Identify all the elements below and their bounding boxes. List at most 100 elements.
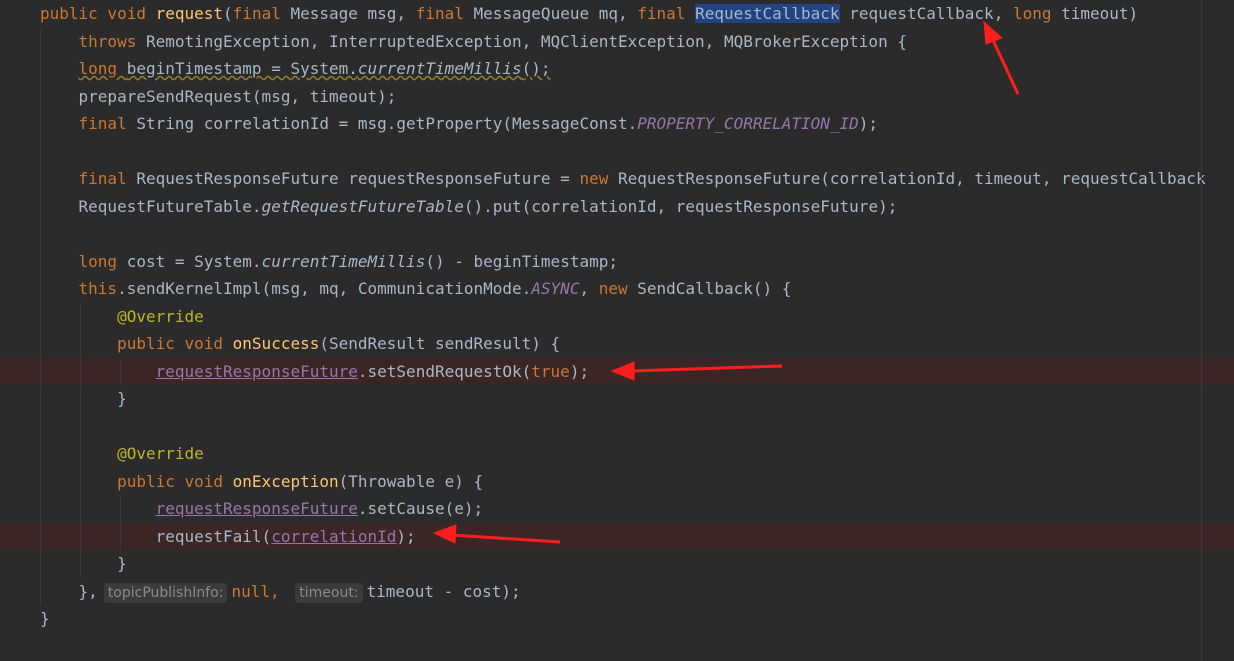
code-token: requestResponseFuture [155, 361, 358, 381]
code-line[interactable]: @Override [0, 302, 1234, 331]
code-line[interactable]: requestFail(correlationId); [0, 522, 1234, 550]
code-line[interactable]: } [0, 550, 1234, 578]
code-token: (Throwable e) { [338, 471, 484, 491]
code-line[interactable]: public void onException(Throwable e) { [0, 467, 1234, 496]
code-token: final [232, 4, 291, 23]
code-token: SendCallback() { [637, 279, 792, 298]
code-token: beginTimestamp = System. [126, 59, 358, 78]
code-text: requestResponseFuture.setSendRequestOk(t… [40, 358, 589, 386]
code-token: long [1012, 4, 1062, 23]
code-token: onSuccess [232, 334, 320, 353]
code-token: final [78, 114, 137, 133]
code-line[interactable] [0, 412, 1234, 440]
code-token: final [415, 4, 474, 23]
code-line[interactable]: long beginTimestamp = System.currentTime… [0, 55, 1234, 83]
right-margin-guide [1201, 0, 1202, 661]
code-token: ); [858, 114, 879, 133]
code-line[interactable]: long cost = System.currentTimeMillis() -… [0, 247, 1234, 276]
code-line[interactable] [0, 137, 1234, 165]
code-token: public void [117, 334, 233, 353]
code-line[interactable]: } [0, 385, 1234, 413]
code-text: }, topicPublishInfo: null, timeout: timeout… [40, 578, 521, 606]
code-text: @Override [40, 440, 204, 468]
code-line[interactable]: public void request(final Message msg, f… [0, 0, 1234, 28]
code-token: String correlationId = msg.getProperty(M… [136, 114, 638, 133]
code-line[interactable]: requestResponseFuture.setSendRequestOk(t… [0, 357, 1234, 386]
indent-guide [80, 412, 81, 440]
code-token: final [78, 169, 137, 188]
code-token: long [78, 59, 127, 78]
indent-guide [40, 137, 41, 165]
code-text: @Override [40, 303, 204, 331]
code-line[interactable]: }, topicPublishInfo: null, timeout: timeout… [0, 577, 1234, 606]
code-text: } [40, 385, 127, 413]
code-token: (); [521, 59, 551, 78]
code-token: cost = System. [126, 251, 262, 271]
code-line[interactable]: final RequestResponseFuture requestRespo… [0, 165, 1234, 193]
code-token: RequestCallback [695, 4, 840, 23]
code-line[interactable]: public void onSuccess(SendResult sendRes… [0, 330, 1234, 358]
code-text: throws RemotingException, InterruptedExc… [40, 28, 907, 56]
code-token: currentTimeMillis [261, 251, 426, 271]
code-token: .sendKernelImpl(msg, mq, CommunicationMo… [117, 279, 532, 298]
code-token: .setCause(e); [357, 499, 484, 518]
code-token: requestResponseFuture [155, 499, 358, 518]
parameter-hint: topicPublishInfo: [103, 582, 228, 603]
code-line[interactable]: this.sendKernelImpl(msg, mq, Communicati… [0, 275, 1234, 303]
code-token: public void [40, 4, 156, 23]
code-text: final String correlationId = msg.getProp… [40, 110, 879, 138]
code-line[interactable]: } [0, 605, 1234, 633]
code-token: MessageQueue mq, [473, 4, 638, 23]
code-text: public void request(final Message msg, f… [40, 0, 1138, 28]
code-line[interactable]: requestResponseFuture.setCause(e); [0, 495, 1234, 523]
code-token: requestCallback, [839, 4, 1013, 23]
code-line[interactable]: throws RemotingException, InterruptedExc… [0, 27, 1234, 56]
code-token: } [40, 609, 50, 628]
code-token: .setSendRequestOk( [357, 361, 532, 381]
code-text: requestResponseFuture.setCause(e); [40, 495, 484, 523]
code-text: public void onSuccess(SendResult sendRes… [40, 330, 560, 358]
code-text: RequestFutureTable.getRequestFutureTable… [40, 193, 898, 221]
code-token: new [598, 279, 638, 298]
code-text: final RequestResponseFuture requestRespo… [40, 165, 1206, 193]
code-token: onException [232, 471, 339, 491]
code-token: ( [223, 4, 233, 23]
code-token: }, [40, 581, 98, 601]
code-token: request [155, 4, 224, 23]
code-text: long cost = System.currentTimeMillis() -… [40, 248, 618, 276]
code-token: } [40, 389, 127, 408]
code-token: getRequestFutureTable [261, 196, 464, 216]
code-token: } [40, 554, 127, 573]
code-token: ().put(correlationId, requestResponseFut… [463, 196, 898, 216]
code-line[interactable]: @Override [0, 440, 1234, 468]
code-token: long [78, 251, 127, 271]
code-token: RequestFutureTable. [40, 196, 262, 216]
code-text: this.sendKernelImpl(msg, mq, Communicati… [40, 275, 792, 303]
parameter-hint: timeout: [295, 582, 363, 603]
code-token: prepareSendRequest(msg, timeout); [40, 86, 397, 106]
code-editor[interactable]: public void request(final Message msg, f… [0, 0, 1234, 661]
code-token: RemotingException, InterruptedException,… [145, 31, 907, 51]
code-token: public void [117, 471, 233, 491]
code-token: requestFail( [40, 526, 272, 546]
code-token: (SendResult sendResult) { [319, 334, 561, 353]
code-line[interactable]: final String correlationId = msg.getProp… [0, 110, 1234, 138]
code-line[interactable]: prepareSendRequest(msg, timeout); [0, 82, 1234, 110]
code-token: throws [78, 31, 146, 51]
code-line[interactable] [0, 220, 1234, 248]
code-token: correlationId [271, 526, 397, 546]
code-token: true [531, 361, 570, 381]
code-line[interactable]: RequestFutureTable.getRequestFutureTable… [0, 192, 1234, 221]
code-text: public void onException(Throwable e) { [40, 468, 483, 496]
code-text: long beginTimestamp = System.currentTime… [40, 55, 551, 83]
